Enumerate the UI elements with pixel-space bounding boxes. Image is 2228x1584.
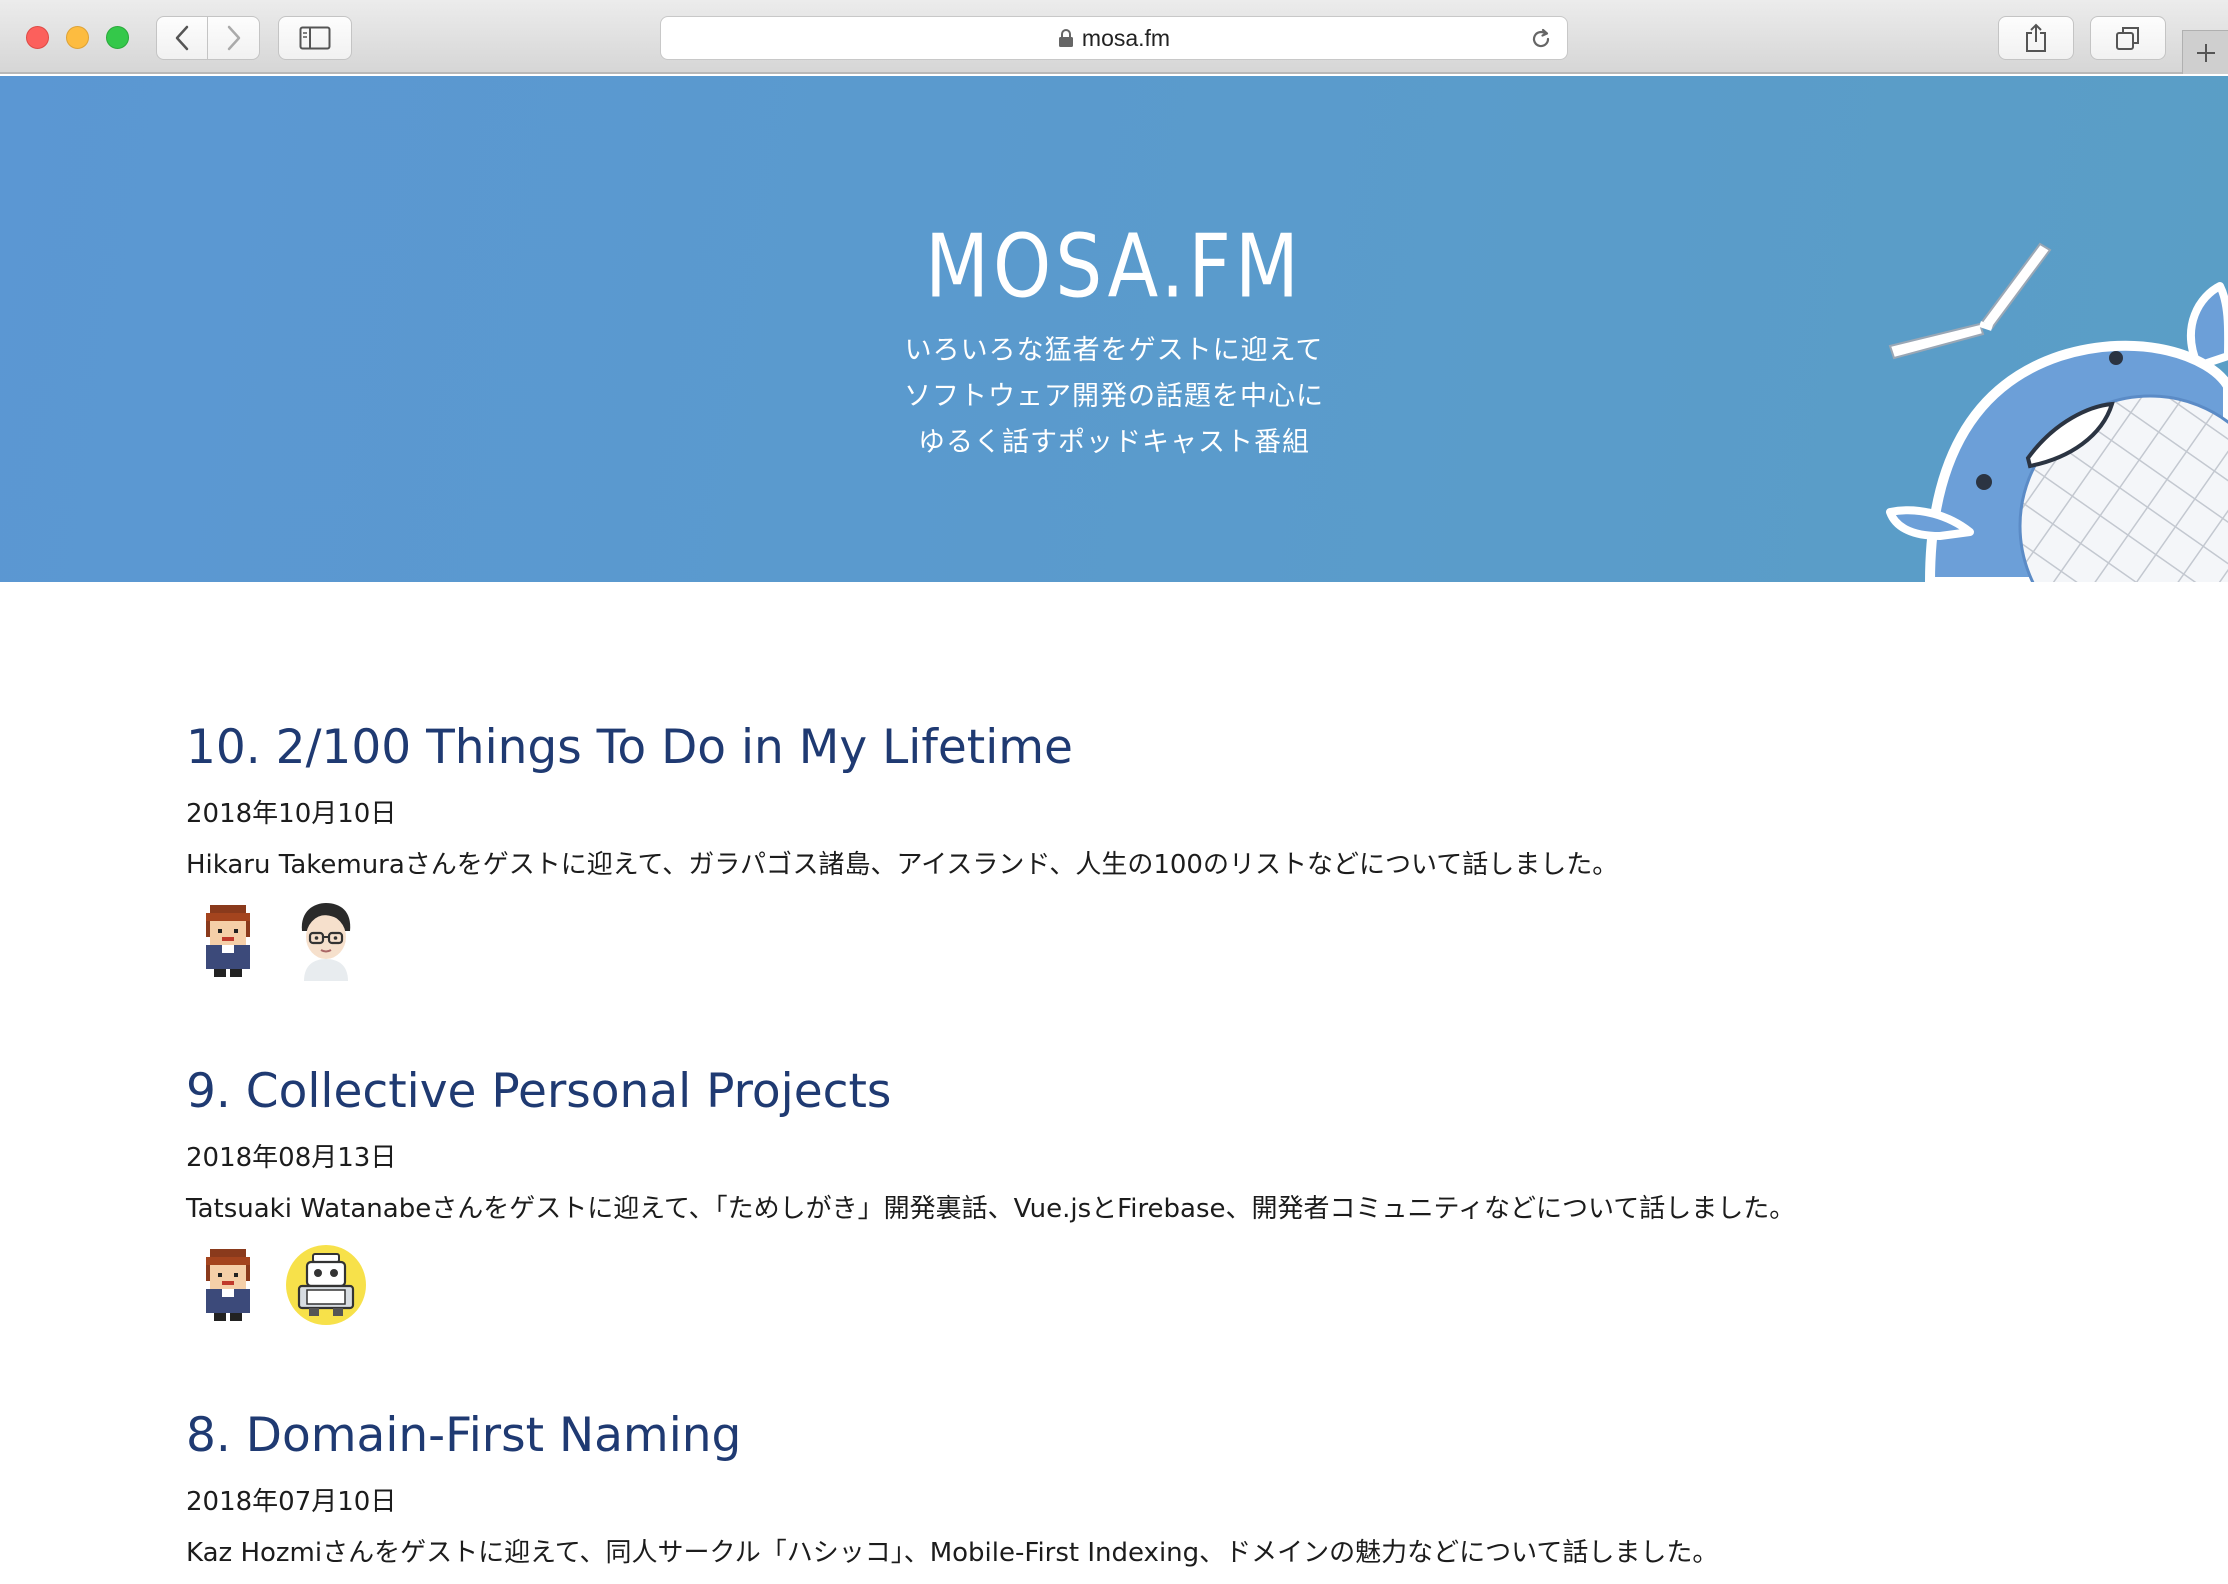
episode-title-link[interactable]: 9. Collective Personal Projects	[186, 1064, 1795, 1119]
episode-date: 2018年10月10日	[186, 799, 397, 829]
new-tab-button[interactable]	[2182, 30, 2228, 74]
guest-avatar[interactable]	[284, 1243, 368, 1327]
browser-toolbar: mosa.fm	[0, 0, 2228, 74]
robot-avatar-icon	[286, 1245, 366, 1325]
pixel-person-avatar-icon	[206, 905, 250, 977]
guest-avatar[interactable]	[284, 899, 368, 983]
new-tab-icon	[2196, 43, 2215, 62]
close-window-button[interactable]	[26, 26, 49, 49]
episode-participants	[186, 1243, 1795, 1327]
host-avatar[interactable]	[186, 1243, 270, 1327]
address-bar[interactable]: mosa.fm	[660, 16, 1568, 60]
episode-title-link[interactable]: 10. 2/100 Things To Do in My Lifetime	[186, 720, 1618, 775]
episode-date: 2018年08月13日	[186, 1143, 397, 1173]
url-text: mosa.fm	[1081, 24, 1171, 51]
minimize-window-button[interactable]	[66, 26, 89, 49]
forward-icon	[227, 25, 240, 51]
reload-icon[interactable]	[1529, 27, 1553, 51]
zoom-window-button[interactable]	[106, 26, 129, 49]
show-tabs-button[interactable]	[2090, 16, 2166, 60]
forward-button[interactable]	[208, 16, 260, 60]
episode-item: 9. Collective Personal Projects 2018年08月…	[186, 1064, 1795, 1327]
back-button[interactable]	[156, 16, 208, 60]
tabs-icon	[2116, 27, 2139, 50]
sidebar-icon	[299, 26, 331, 50]
sidebar-button[interactable]	[278, 16, 352, 60]
episode-item: 10. 2/100 Things To Do in My Lifetime 20…	[186, 720, 1618, 983]
lock-icon	[1058, 29, 1073, 47]
episode-title-link[interactable]: 8. Domain-First Naming	[186, 1408, 1718, 1463]
whale-mascot-icon	[1886, 242, 2228, 582]
glasses-person-avatar-icon	[301, 903, 351, 981]
hero-banner: MOSA.FM いろいろな猛者をゲストに迎えて ソフトウェア開発の話題を中心に …	[0, 76, 2228, 582]
episode-item: 8. Domain-First Naming 2018年07月10日 Kaz H…	[186, 1408, 1718, 1569]
episode-date: 2018年07月10日	[186, 1487, 397, 1517]
host-avatar[interactable]	[186, 899, 270, 983]
episode-participants	[186, 899, 1618, 983]
history-navigation	[156, 16, 260, 60]
episode-description: Hikaru Takemuraさんをゲストに迎えて、ガラパゴス諸島、アイスランド…	[186, 850, 1619, 880]
back-icon	[175, 25, 189, 51]
share-icon	[2026, 23, 2046, 52]
pixel-person-avatar-icon	[206, 1249, 250, 1321]
share-button[interactable]	[1998, 16, 2074, 60]
episode-description: Kaz Hozmiさんをゲストに迎えて、同人サークル「ハシッコ」、Mobile-…	[186, 1538, 1719, 1568]
episode-description: Tatsuaki Watanabeさんをゲストに迎えて、「ためしがき」開発裏話、…	[186, 1194, 1796, 1224]
